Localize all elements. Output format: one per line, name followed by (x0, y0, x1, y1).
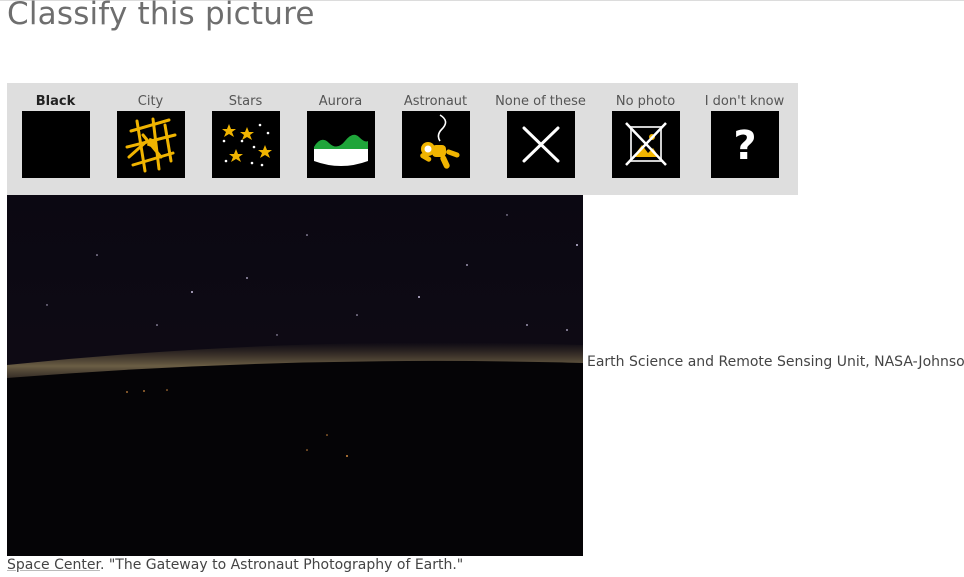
choice-no-photo[interactable]: No photo (598, 83, 693, 195)
choice-aurora[interactable]: Aurora (293, 83, 388, 195)
page-title: Classify this picture (7, 0, 315, 32)
choice-label: City (137, 94, 164, 109)
choice-black[interactable]: Black (8, 83, 103, 195)
credit-rest: . "The Gateway to Astronaut Photography … (99, 557, 464, 573)
choice-label: Black (35, 94, 76, 109)
aurora-icon (307, 111, 375, 178)
stars-icon (212, 111, 280, 178)
choice-none-of-these[interactable]: None of these (493, 83, 588, 195)
choice-city[interactable]: City (103, 83, 198, 195)
astronaut-icon (402, 111, 470, 178)
choice-label: Stars (228, 94, 263, 109)
photo-credit-line2: Space Center. "The Gateway to Astronaut … (7, 557, 463, 573)
choice-label: I don't know (704, 94, 785, 109)
black-square-icon (22, 111, 90, 178)
no-photo-icon (612, 111, 680, 178)
credit-link[interactable]: Space Center (7, 557, 100, 573)
earth-night-photo (7, 195, 583, 556)
choice-i-dont-know[interactable]: I don't know ? (697, 83, 792, 195)
city-map-icon (117, 111, 185, 178)
svg-text:?: ? (733, 123, 756, 169)
photo-credit-line1: Earth Science and Remote Sensing Unit, N… (587, 354, 964, 370)
choice-label: No photo (615, 94, 676, 109)
choice-stars[interactable]: Stars (198, 83, 293, 195)
choice-label: None of these (495, 94, 586, 109)
choice-label: Aurora (318, 94, 363, 109)
x-icon (507, 111, 575, 178)
choice-astronaut[interactable]: Astronaut (388, 83, 483, 195)
choice-label: Astronaut (403, 94, 468, 109)
choice-panel: Black City Stars Aurora Astronaut None o… (7, 83, 798, 195)
question-mark-icon: ? (711, 111, 779, 178)
